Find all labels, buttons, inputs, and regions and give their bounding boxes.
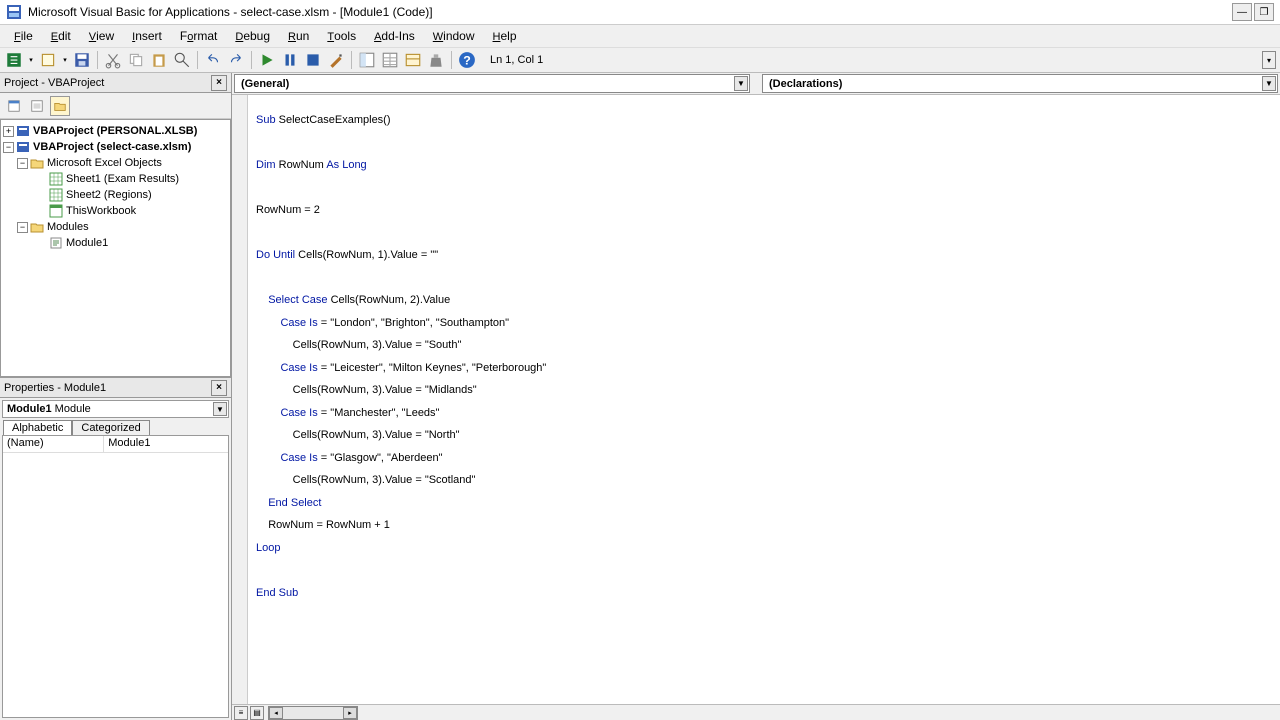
menu-file[interactable]: File — [6, 27, 41, 45]
tree-collapse-icon[interactable]: − — [17, 158, 28, 169]
margin-indicator-bar[interactable] — [232, 95, 248, 704]
help-icon[interactable]: ? — [457, 50, 477, 70]
project-panel-header: Project - VBAProject × — [0, 73, 231, 93]
properties-object-select[interactable]: Module1 Module ▼ — [2, 400, 229, 418]
menu-help[interactable]: Help — [485, 27, 525, 45]
toolbar-overflow-icon[interactable]: ▾ — [1262, 51, 1276, 69]
view-object-icon[interactable] — [27, 96, 47, 116]
project-panel-title: Project - VBAProject — [4, 77, 104, 89]
project-tree[interactable]: +VBAProject (PERSONAL.XLSB) −VBAProject … — [0, 119, 231, 377]
toolbox-icon[interactable] — [426, 50, 446, 70]
worksheet-icon — [49, 188, 63, 202]
run-icon[interactable] — [257, 50, 277, 70]
folder-icon — [30, 156, 44, 170]
tree-sheet-label[interactable]: Sheet1 (Exam Results) — [66, 173, 179, 185]
svg-text:?: ? — [463, 54, 471, 68]
tree-folder-label[interactable]: Modules — [47, 221, 89, 233]
vba-project-icon — [16, 140, 30, 154]
properties-panel-title: Properties - Module1 — [4, 382, 106, 394]
property-name: (Name) — [3, 436, 104, 452]
property-row: (Name) Module1 — [3, 436, 228, 453]
redo-icon[interactable] — [226, 50, 246, 70]
view-code-icon[interactable] — [4, 96, 24, 116]
toolbar: ▾ ▾ ? Ln 1, Col 1 ▾ — [0, 47, 1280, 73]
design-mode-icon[interactable] — [326, 50, 346, 70]
properties-grid[interactable]: (Name) Module1 — [2, 435, 229, 718]
code-view-bar: ≡ ▤ ◂ ▸ — [232, 704, 1280, 720]
titlebar: Microsoft Visual Basic for Applications … — [0, 0, 1280, 25]
menu-run[interactable]: Run — [280, 27, 317, 45]
toggle-folders-icon[interactable] — [50, 96, 70, 116]
tree-expand-icon[interactable]: + — [3, 126, 14, 137]
tree-sheet-label[interactable]: Sheet2 (Regions) — [66, 189, 152, 201]
menu-format[interactable]: Format — [172, 27, 225, 45]
reset-icon[interactable] — [303, 50, 323, 70]
property-value[interactable]: Module1 — [104, 436, 228, 452]
minimize-button[interactable]: — — [1232, 3, 1252, 21]
object-browser-icon[interactable] — [403, 50, 423, 70]
insert-module-icon[interactable] — [38, 50, 58, 70]
worksheet-icon — [49, 172, 63, 186]
menu-view[interactable]: View — [81, 27, 122, 45]
project-panel-close-icon[interactable]: × — [211, 75, 227, 91]
save-icon[interactable] — [72, 50, 92, 70]
vba-project-icon — [16, 124, 30, 138]
tree-collapse-icon[interactable]: − — [3, 142, 14, 153]
tree-workbook-label[interactable]: ThisWorkbook — [66, 205, 136, 217]
view-excel-dropdown[interactable]: ▾ — [27, 50, 35, 70]
app-icon — [6, 4, 22, 20]
procedure-view-icon[interactable]: ≡ — [234, 706, 248, 720]
break-icon[interactable] — [280, 50, 300, 70]
undo-icon[interactable] — [203, 50, 223, 70]
horizontal-scrollbar[interactable]: ◂ ▸ — [268, 706, 358, 720]
menu-insert[interactable]: Insert — [124, 27, 170, 45]
chevron-down-icon[interactable]: ▼ — [213, 402, 227, 416]
menu-edit[interactable]: Edit — [43, 27, 79, 45]
tree-project-label[interactable]: VBAProject (select-case.xlsm) — [33, 141, 191, 153]
menubar: File Edit View Insert Format Debug Run T… — [0, 25, 1280, 47]
cursor-position: Ln 1, Col 1 — [490, 54, 543, 66]
find-icon[interactable] — [172, 50, 192, 70]
cut-icon[interactable] — [103, 50, 123, 70]
chevron-down-icon[interactable]: ▼ — [734, 76, 748, 91]
tree-folder-label[interactable]: Microsoft Excel Objects — [47, 157, 162, 169]
window-title: Microsoft Visual Basic for Applications … — [28, 5, 1232, 19]
properties-panel-header: Properties - Module1 × — [0, 378, 231, 398]
menu-tools[interactable]: Tools — [319, 27, 364, 45]
chevron-down-icon[interactable]: ▼ — [1262, 76, 1276, 91]
tab-categorized[interactable]: Categorized — [72, 420, 149, 435]
object-dropdown[interactable]: (General) ▼ — [234, 74, 750, 93]
menu-addins[interactable]: Add-Ins — [366, 27, 423, 45]
workbook-icon — [49, 204, 63, 218]
scroll-left-icon[interactable]: ◂ — [269, 707, 283, 719]
insert-dropdown[interactable]: ▾ — [61, 50, 69, 70]
procedure-dropdown[interactable]: (Declarations) ▼ — [762, 74, 1278, 93]
view-excel-icon[interactable] — [4, 50, 24, 70]
tree-collapse-icon[interactable]: − — [17, 222, 28, 233]
project-toolbar — [0, 93, 231, 119]
properties-panel-close-icon[interactable]: × — [211, 380, 227, 396]
scroll-right-icon[interactable]: ▸ — [343, 707, 357, 719]
copy-icon[interactable] — [126, 50, 146, 70]
module-icon — [49, 236, 63, 250]
folder-icon — [30, 220, 44, 234]
tree-module-label[interactable]: Module1 — [66, 237, 108, 249]
menu-debug[interactable]: Debug — [227, 27, 278, 45]
project-explorer-icon[interactable] — [357, 50, 377, 70]
code-editor[interactable]: Sub SelectCaseExamples() Dim RowNum As L… — [248, 95, 1280, 704]
menu-window[interactable]: Window — [425, 27, 483, 45]
properties-window-icon[interactable] — [380, 50, 400, 70]
full-module-view-icon[interactable]: ▤ — [250, 706, 264, 720]
tree-project-label[interactable]: VBAProject (PERSONAL.XLSB) — [33, 125, 197, 137]
maximize-button[interactable]: ❐ — [1254, 3, 1274, 21]
paste-icon[interactable] — [149, 50, 169, 70]
tab-alphabetic[interactable]: Alphabetic — [3, 420, 72, 435]
